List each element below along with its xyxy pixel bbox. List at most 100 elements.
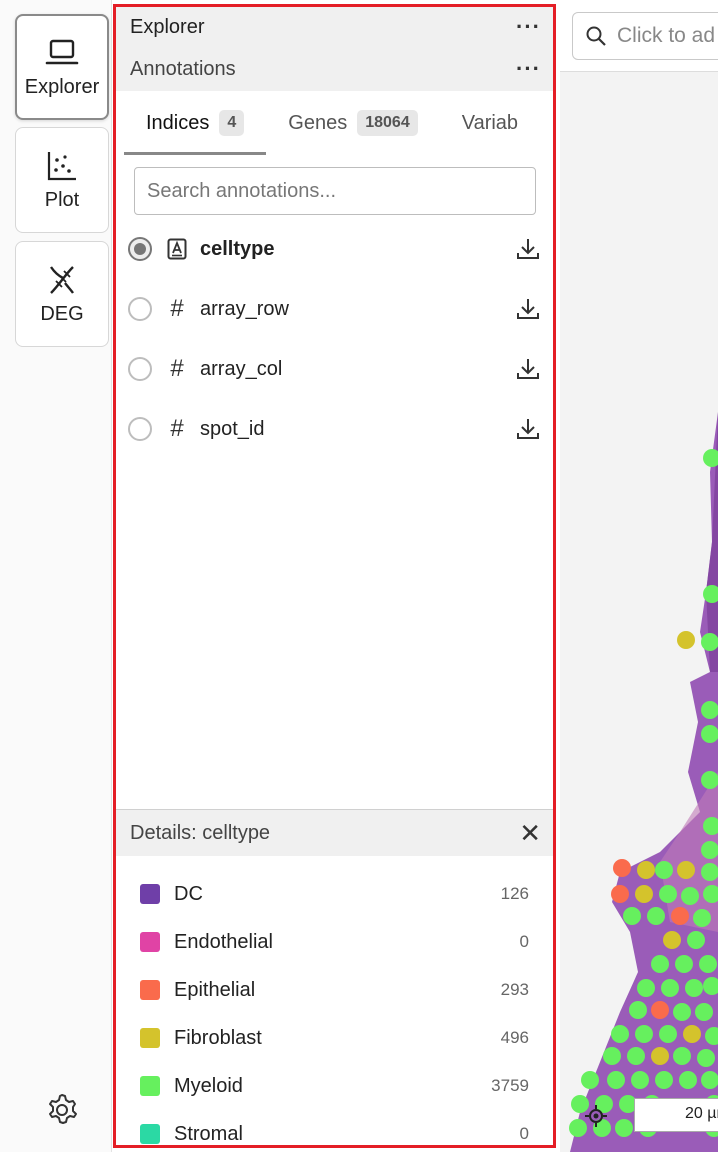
spot-marker (629, 1001, 647, 1019)
category-row[interactable]: Stromal 0 (116, 1110, 553, 1145)
details-header: Details: celltype ✕ (116, 810, 553, 856)
locate-icon[interactable] (584, 1104, 608, 1128)
download-icon[interactable] (515, 356, 541, 382)
annotation-tabs: Indices 4 Genes 18064 Variab (116, 91, 553, 155)
spot-marker (703, 977, 718, 995)
close-icon[interactable]: ✕ (519, 820, 541, 846)
category-name: Fibroblast (174, 1026, 262, 1049)
spot-marker (651, 955, 669, 973)
spot-marker (701, 701, 718, 719)
spot-marker (673, 1003, 691, 1021)
scale-bar: 20 µm (634, 1098, 718, 1132)
annotation-row-array-row[interactable]: # array_row (116, 279, 553, 339)
annotations-title: Annotations (130, 57, 236, 80)
spot-marker (651, 1047, 669, 1065)
spatial-viewer[interactable]: Click to ad 20 µm (560, 0, 718, 1152)
tab-indices[interactable]: Indices 4 (124, 91, 267, 155)
annotation-row-array-col[interactable]: # array_col (116, 339, 553, 399)
spot-marker (695, 1003, 713, 1021)
annotation-name: spot_id (200, 417, 265, 440)
dna-icon (45, 263, 79, 297)
nav-plot-label: Plot (44, 188, 80, 211)
spot-marker (703, 817, 718, 835)
spot-marker (703, 449, 718, 467)
explorer-panel: Explorer ··· Annotations ··· Indices 4 G… (113, 4, 556, 1148)
nav-plot-button[interactable]: Plot (15, 127, 109, 233)
category-row[interactable]: Endothelial 0 (116, 918, 553, 966)
tab-genes[interactable]: Genes 18064 (266, 91, 439, 155)
spot-marker (611, 1025, 629, 1043)
details-title: Details: celltype (130, 821, 271, 844)
category-count: 0 (519, 1124, 529, 1143)
spot-marker (631, 1071, 649, 1089)
spot-marker (701, 1071, 718, 1089)
category-row[interactable]: Myeloid 3759 (116, 1062, 553, 1110)
laptop-icon (45, 36, 79, 70)
spot-marker (635, 1025, 653, 1043)
category-name: Endothelial (174, 930, 273, 953)
annotation-radio[interactable] (128, 297, 152, 321)
category-swatch (140, 1028, 160, 1048)
annotation-name: celltype (200, 237, 275, 260)
spot-marker (581, 1071, 599, 1089)
spot-marker (693, 909, 711, 927)
annotation-row-spot-id[interactable]: # spot_id (116, 399, 553, 459)
nav-deg-button[interactable]: DEG (15, 241, 109, 347)
explorer-more-icon[interactable]: ··· (516, 16, 541, 38)
spot-marker (673, 1047, 691, 1065)
spot-marker (613, 859, 631, 877)
category-swatch (140, 980, 160, 1000)
download-icon[interactable] (515, 416, 541, 442)
category-count: 0 (519, 932, 529, 951)
spot-marker (659, 1025, 677, 1043)
annotation-radio[interactable] (128, 357, 152, 381)
annotations-more-icon[interactable]: ··· (516, 58, 541, 80)
category-row[interactable]: DC 126 (116, 870, 553, 918)
spot-marker (677, 631, 695, 649)
numeric-icon: # (170, 415, 184, 442)
category-name: DC (174, 882, 203, 905)
spot-marker (701, 771, 718, 789)
spot-marker (681, 887, 699, 905)
spot-marker (607, 1071, 625, 1089)
spot-marker (683, 1025, 701, 1043)
spot-marker (671, 907, 689, 925)
nav-explorer-button[interactable]: Explorer (15, 14, 109, 120)
spot-marker (663, 931, 681, 949)
download-icon[interactable] (515, 296, 541, 322)
spot-marker (701, 841, 718, 859)
tab-genes-count: 18064 (357, 110, 418, 136)
gear-icon[interactable] (44, 1092, 80, 1128)
spot-marker (637, 861, 655, 879)
explorer-header: Explorer ··· (116, 7, 553, 47)
tab-variables[interactable]: Variab (440, 91, 518, 155)
category-count: 3759 (491, 1076, 529, 1095)
category-count: 496 (500, 1028, 529, 1047)
annotation-search-wrap (116, 155, 553, 215)
spot-marker (699, 955, 717, 973)
annotation-row-celltype[interactable]: celltype (116, 219, 553, 279)
category-name: Epithelial (174, 978, 256, 1001)
spot-marker (701, 863, 718, 881)
details-section: Details: celltype ✕ DC 126 Endothelial 0… (116, 809, 553, 1145)
scatter-plot-icon (45, 149, 79, 183)
category-count: 126 (500, 884, 529, 903)
annotation-search-input[interactable] (134, 167, 536, 215)
category-row[interactable]: Epithelial 293 (116, 966, 553, 1014)
spot-marker (635, 885, 653, 903)
category-row[interactable]: Fibroblast 496 (116, 1014, 553, 1062)
spot-marker (679, 1071, 697, 1089)
annotation-list: celltype # array_row # array_col # spot_… (116, 219, 553, 459)
annotation-radio-selected[interactable] (128, 237, 152, 261)
spot-marker (615, 1119, 633, 1137)
spot-marker (677, 861, 695, 879)
annotation-name: array_col (200, 357, 283, 380)
annotation-radio[interactable] (128, 417, 152, 441)
category-swatch (140, 1124, 160, 1144)
spot-marker (659, 885, 677, 903)
spot-marker (661, 979, 679, 997)
spot-marker (701, 725, 718, 743)
tab-genes-label: Genes (288, 111, 348, 134)
category-list: DC 126 Endothelial 0 Epithelial 293 Fibr… (116, 856, 553, 1145)
download-icon[interactable] (515, 236, 541, 262)
